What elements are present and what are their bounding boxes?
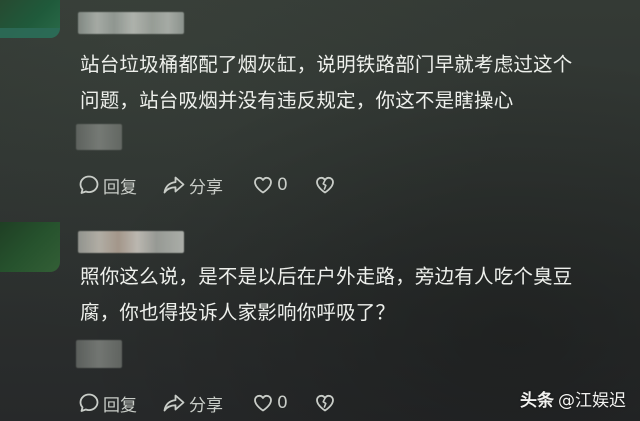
heart-icon [252, 392, 274, 414]
avatar[interactable] [0, 222, 60, 272]
comment-text-line: 照你这么说，是不是以后在户外走路，旁边有人吃个臭豆 [80, 265, 573, 288]
comment-feed: 站台垃圾桶都配了烟灰缸，说明铁路部门早就考虑过这个 问题，站台吸烟并没有违反规定… [0, 0, 640, 421]
like-button[interactable]: 0 [252, 392, 314, 414]
heart-icon [252, 174, 274, 196]
share-label: 分享 [189, 177, 223, 198]
reply-label: 回复 [103, 395, 137, 416]
comment-bubble-icon [78, 392, 100, 414]
like-button[interactable]: 0 [252, 174, 314, 196]
comment-text-line: 站台垃圾桶都配了烟灰缸，说明铁路部门早就考虑过这个 [80, 53, 573, 76]
comment-bubble-icon [78, 174, 100, 196]
share-arrow-icon [162, 392, 186, 414]
reply-label: 回复 [103, 177, 137, 198]
comment-text-line: 问题，站台吸烟并没有违反规定，你这不是瞎操心 [80, 89, 514, 112]
share-label: 分享 [189, 395, 223, 416]
username-blurred[interactable] [78, 231, 184, 253]
share-button[interactable]: 分享 [162, 173, 252, 198]
username-blurred[interactable] [78, 12, 184, 34]
broken-heart-icon [314, 174, 336, 196]
watermark-brand: 头条 [520, 391, 554, 411]
watermark-handle: @江娱迟 [558, 391, 626, 411]
comment-text-line: 腐，你也得投诉人家影响你呼吸了？ [80, 301, 396, 324]
share-arrow-icon [162, 174, 186, 196]
dislike-button[interactable] [314, 392, 344, 414]
share-button[interactable]: 分享 [162, 391, 252, 416]
reply-button[interactable]: 回复 [78, 173, 162, 198]
like-count: 0 [277, 393, 288, 413]
avatar[interactable] [0, 0, 60, 38]
like-count: 0 [277, 175, 288, 195]
comment-actions: 回复 分享 0 [78, 172, 344, 198]
watermark: 头条 @江娱迟 [520, 386, 626, 411]
broken-heart-icon [314, 392, 336, 414]
comment-actions: 回复 分享 0 [78, 390, 344, 416]
comment-meta-blurred [76, 340, 122, 368]
dislike-button[interactable] [314, 174, 344, 196]
reply-button[interactable]: 回复 [78, 391, 162, 416]
comment-meta-blurred [76, 124, 122, 150]
